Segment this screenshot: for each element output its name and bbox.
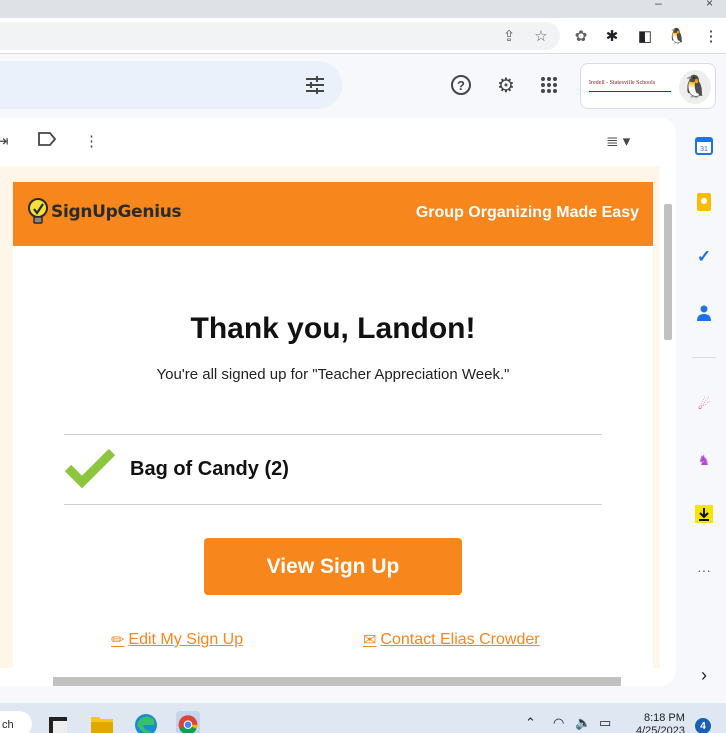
notification-badge[interactable]: 4	[695, 718, 711, 733]
help-icon[interactable]: ?	[448, 72, 474, 98]
message-pane: ⇥ ⋮ ≣ ▾ SignUpGenius Group Organizing Ma…	[0, 118, 676, 686]
sidepanel-divider	[692, 357, 716, 358]
org-logo: Iredell - Statesville Schools	[589, 80, 671, 92]
signupgenius-logo: SignUpGenius	[27, 198, 182, 226]
address-bar[interactable]	[0, 22, 560, 50]
clock-date: 4/25/2023	[636, 725, 685, 733]
calendar-icon[interactable]: 31	[693, 135, 715, 157]
lightbulb-icon	[28, 198, 48, 224]
brand-header: SignUpGenius Group Organizing Made Easy	[13, 182, 653, 246]
clock[interactable]: 8:18 PM 4/25/2023	[636, 712, 685, 733]
extension-gear-icon[interactable]: ✿	[570, 25, 592, 47]
browser-toolbar: ⇪ ☆ ✿ ✱ ◧ 🐧 ⋮	[0, 18, 726, 54]
envelope-icon: ✉	[363, 632, 377, 649]
settings-icon[interactable]: ⚙	[493, 72, 519, 98]
wifi-icon[interactable]: ◠	[553, 715, 564, 731]
expand-chevron-icon[interactable]: ›	[693, 664, 715, 686]
svg-text:?: ?	[457, 78, 465, 93]
contact-organizer-link[interactable]: ✉ Contact Elias Crowder	[363, 630, 540, 650]
clock-time: 8:18 PM	[643, 712, 685, 724]
view-signup-button[interactable]: View Sign Up	[204, 538, 462, 595]
puzzle-icon[interactable]: ✱	[601, 25, 623, 47]
file-explorer-icon[interactable]	[90, 711, 114, 733]
search-options-icon[interactable]	[302, 72, 328, 98]
kebab-menu-icon[interactable]: ⋮	[700, 25, 722, 47]
taskbar-search[interactable]: ch	[0, 711, 32, 733]
comet-addon-icon[interactable]: ☄	[693, 393, 715, 415]
tasks-icon[interactable]: ✓	[693, 246, 715, 268]
download-addon-icon[interactable]	[693, 503, 715, 525]
search-bar[interactable]	[0, 61, 342, 109]
profile-penguin-icon[interactable]: 🐧	[666, 25, 688, 47]
checkmark-icon	[65, 448, 115, 488]
vertical-scrollbar[interactable]	[664, 204, 672, 340]
avatar[interactable]: 🐧	[679, 70, 711, 104]
more-icon[interactable]: ···	[693, 559, 715, 581]
unicorn-addon-icon[interactable]: ♞	[693, 449, 715, 471]
density-dropdown-icon[interactable]: ≣ ▾	[606, 132, 630, 150]
signup-confirmation-text: You're all signed up for "Teacher Apprec…	[156, 366, 510, 383]
tray-overflow-icon[interactable]: ⌃	[525, 715, 536, 731]
chrome-icon[interactable]	[176, 711, 200, 733]
page-title: Thank you, Landon!	[190, 312, 476, 345]
apps-grid-icon[interactable]	[536, 72, 562, 98]
divider	[64, 504, 602, 505]
signup-item: Bag of Candy (2)	[130, 458, 289, 480]
gmail-header: ? ⚙ Iredell - Statesville Schools 🐧	[0, 55, 726, 117]
browser-title-bar: – ×	[0, 0, 726, 18]
more-options-icon[interactable]: ⋮	[84, 132, 99, 150]
volume-icon[interactable]: 🔈	[575, 715, 591, 731]
email-card: SignUpGenius Group Organizing Made Easy …	[13, 182, 653, 668]
edit-signup-link[interactable]: ✏ Edit My Sign Up	[111, 630, 243, 650]
divider	[64, 434, 602, 435]
star-icon[interactable]: ☆	[530, 25, 552, 47]
keep-icon[interactable]	[693, 191, 715, 213]
contact-organizer-label: Contact Elias Crowder	[380, 631, 540, 648]
move-to-icon[interactable]: ⇥	[0, 132, 9, 150]
contacts-icon[interactable]	[693, 302, 715, 324]
label-icon[interactable]	[38, 132, 57, 150]
brand-name: SignUpGenius	[51, 202, 182, 222]
close-window-icon[interactable]: ×	[706, 0, 713, 10]
task-view-icon[interactable]	[46, 711, 70, 733]
calendar-day: 31	[700, 146, 708, 153]
account-chip[interactable]: Iredell - Statesville Schools 🐧	[580, 63, 716, 109]
pencil-icon: ✏	[111, 632, 125, 649]
edge-icon[interactable]	[134, 711, 158, 733]
email-body: SignUpGenius Group Organizing Made Easy …	[0, 166, 660, 668]
minimize-icon[interactable]: –	[655, 0, 662, 10]
share-icon[interactable]: ⇪	[498, 25, 520, 47]
brand-tagline: Group Organizing Made Easy	[415, 204, 639, 221]
taskbar: ch ⌃ ◠ 🔈 ▭ 8:18 PM 4/25/2023 4	[0, 703, 726, 733]
horizontal-scrollbar[interactable]	[53, 677, 621, 686]
battery-icon[interactable]: ▭	[599, 715, 611, 731]
sidepanel-icon[interactable]: ◧	[634, 25, 656, 47]
edit-signup-label: Edit My Sign Up	[128, 631, 244, 648]
